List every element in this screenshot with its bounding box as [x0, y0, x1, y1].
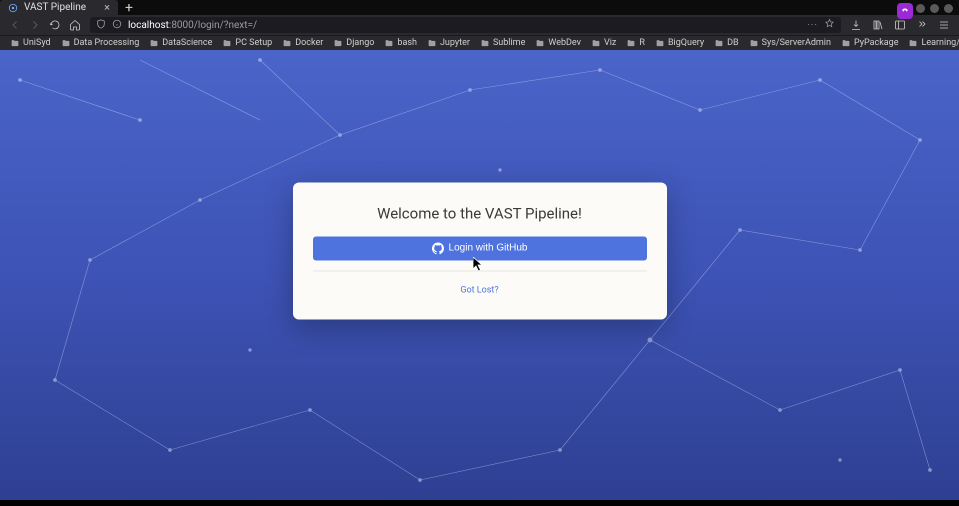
login-card: Welcome to the VAST Pipeline! Login with… [293, 182, 667, 319]
shield-icon [96, 19, 106, 32]
navbar: localhost:8000/login/?next=/ ··· [0, 15, 959, 35]
github-icon [432, 242, 444, 254]
login-button-label: Login with GitHub [449, 243, 528, 254]
bookmark-folder[interactable]: Docker [278, 37, 327, 49]
bookmark-label: Sublime [493, 38, 525, 48]
bottom-black-bar [0, 500, 959, 506]
bookmark-label: UniSyd [23, 38, 51, 48]
bookmark-folder[interactable]: PyPackage [837, 37, 903, 49]
bookmark-label: PyPackage [854, 38, 899, 48]
library-icon[interactable] [869, 16, 887, 34]
bookmark-folder[interactable]: Sys/ServerAdmin [745, 37, 835, 49]
bookmark-label: Sys/ServerAdmin [762, 38, 831, 48]
nav-back-button[interactable] [6, 16, 24, 34]
bookmark-label: R [639, 38, 645, 48]
bookmarks-bar: UniSyd Data Processing DataScience PC Setup… [0, 35, 959, 50]
bookmark-folder[interactable]: BigQuery [651, 37, 708, 49]
bookmark-folder[interactable]: Sublime [476, 37, 529, 49]
bookmark-label: Docker [295, 38, 323, 48]
bookmark-label: DB [727, 38, 739, 48]
browser-tab-active[interactable]: VAST Pipeline × [0, 0, 118, 15]
private-browsing-badge [897, 3, 913, 19]
bookmark-label: DataScience [162, 38, 212, 48]
welcome-heading: Welcome to the VAST Pipeline! [313, 204, 647, 222]
bookmark-label: Viz [604, 38, 616, 48]
bookmark-folder[interactable]: Learning/Resources [904, 37, 959, 49]
bookmark-label: Data Processing [74, 38, 140, 48]
bookmark-folder[interactable]: R [622, 37, 649, 49]
bookmark-folder[interactable]: bash [380, 37, 421, 49]
bookmark-folder[interactable]: Data Processing [57, 37, 144, 49]
tab-strip: VAST Pipeline × + [0, 0, 959, 15]
bookmark-folder[interactable]: WebDev [531, 37, 585, 49]
bookmark-label: Learning/Resources [921, 38, 959, 48]
url-host: localhost [128, 20, 169, 31]
window-controls[interactable] [916, 4, 953, 13]
bookmark-label: BigQuery [668, 38, 704, 48]
bookmark-folder[interactable]: UniSyd [6, 37, 55, 49]
downloads-icon[interactable] [847, 16, 865, 34]
url-path: :8000/login/?next=/ [169, 20, 257, 31]
bookmark-label: WebDev [548, 38, 581, 48]
window-minimize-dot[interactable] [930, 4, 939, 13]
bookmark-label: Jupyter [440, 38, 470, 48]
got-lost-link[interactable]: Got Lost? [313, 285, 647, 295]
bookmark-label: Django [346, 38, 374, 48]
bookmark-folder[interactable]: Django [329, 37, 378, 49]
tab-favicon [8, 3, 18, 13]
window-close-dot[interactable] [916, 4, 925, 13]
app-menu-button[interactable] [935, 16, 953, 34]
window-zoom-dot[interactable] [944, 4, 953, 13]
bookmark-label: bash [397, 38, 417, 48]
bookmark-folder[interactable]: Jupyter [423, 37, 474, 49]
address-bar[interactable]: localhost:8000/login/?next=/ ··· [90, 17, 841, 33]
page-viewport: Welcome to the VAST Pipeline! Login with… [0, 50, 959, 506]
nav-forward-button[interactable] [26, 16, 44, 34]
tab-title: VAST Pipeline [24, 2, 86, 13]
bookmark-folder[interactable]: Viz [587, 37, 620, 49]
bookmark-folder[interactable]: PC Setup [218, 37, 276, 49]
url-ellipsis-icon[interactable]: ··· [807, 20, 818, 31]
nav-home-button[interactable] [66, 16, 84, 34]
mouse-cursor [473, 257, 485, 273]
tab-close-button[interactable]: × [104, 2, 110, 13]
bookmark-folder[interactable]: DataScience [145, 37, 216, 49]
bookmark-folder[interactable]: DB [710, 37, 743, 49]
nav-reload-button[interactable] [46, 16, 64, 34]
bookmark-label: PC Setup [235, 38, 272, 48]
url-text: localhost:8000/login/?next=/ [128, 20, 257, 31]
info-icon[interactable] [112, 19, 122, 32]
overflow-chevrons-icon[interactable] [913, 16, 931, 34]
star-outline-icon[interactable] [824, 18, 835, 32]
new-tab-button[interactable]: + [118, 0, 140, 15]
